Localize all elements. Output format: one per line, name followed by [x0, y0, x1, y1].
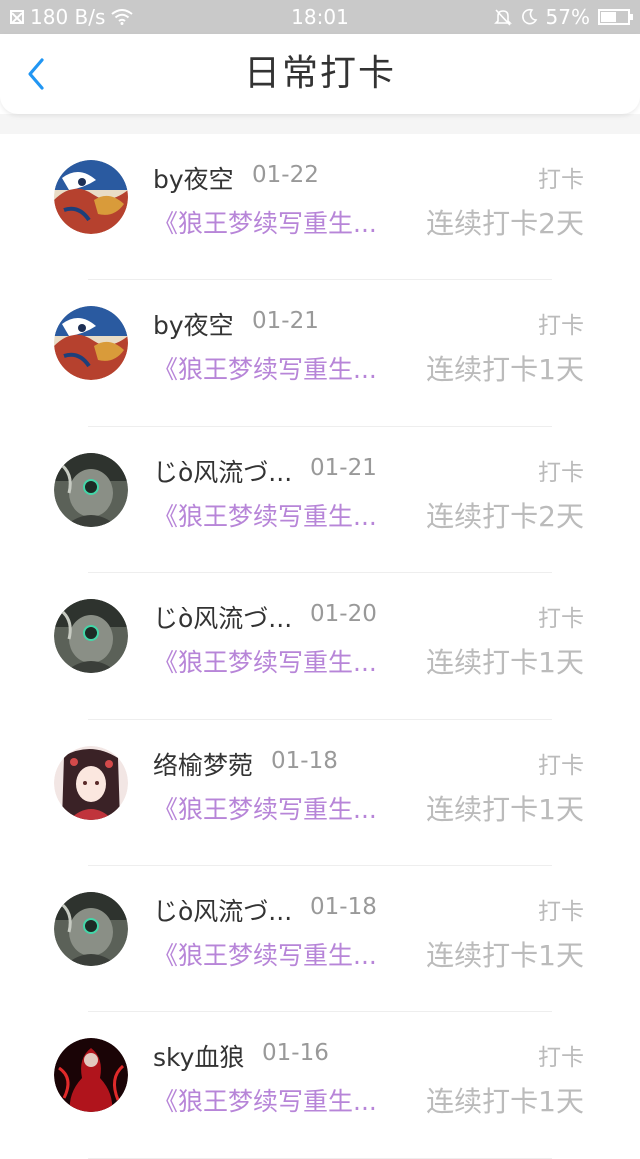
streak-text: 连续打卡2天 [426, 207, 584, 240]
user-name[interactable]: by夜空 [153, 306, 234, 342]
wifi-icon [111, 9, 134, 25]
checkin-list: by夜空 01-22 打卡 《狼王梦续写重生... 连续打卡2天 by夜空 01-21 打卡《… [0, 134, 640, 1159]
book-title-link[interactable]: 《狼王梦续写重生... [153, 204, 377, 240]
user-name[interactable]: じò风流づ... [153, 892, 292, 928]
avatar[interactable] [54, 599, 128, 674]
streak-text: 连续打卡1天 [426, 1085, 584, 1119]
avatar[interactable] [54, 452, 128, 527]
avatar[interactable] [54, 160, 128, 234]
network-speed: 180 B/s [30, 5, 106, 29]
checkin-date: 01-18 [271, 747, 338, 774]
list-item[interactable]: 络榆梦菀 01-18 打卡《狼王梦续写重生... 连续打卡1天 [0, 720, 640, 866]
moon-icon [521, 8, 537, 25]
no-sim-icon [10, 10, 24, 24]
battery-icon [598, 9, 633, 25]
avatar[interactable] [54, 745, 128, 820]
checkin-date: 01-21 [252, 308, 319, 335]
list-item[interactable]: by夜空 01-22 打卡《狼王梦续写重生... 连续打卡2天 [0, 134, 640, 281]
clock: 18:01 [291, 5, 349, 29]
list-item[interactable]: じò风流づ... 01-21 打卡《狼王梦续写重生... 连续打卡2天 [0, 427, 640, 574]
avatar[interactable] [54, 306, 128, 381]
streak-text: 连续打卡1天 [426, 353, 584, 387]
checkin-label: 打卡 [538, 898, 584, 925]
checkin-date: 01-21 [310, 454, 377, 481]
checkin-label: 打卡 [538, 313, 584, 340]
book-title-link[interactable]: 《狼王梦续写重生... [153, 643, 377, 679]
avatar[interactable] [54, 1038, 128, 1113]
checkin-date: 01-20 [310, 601, 377, 628]
book-title-link[interactable]: 《狼王梦续写重生... [153, 936, 377, 972]
user-name[interactable]: sky血狼 [153, 1038, 244, 1074]
checkin-label: 打卡 [538, 752, 584, 779]
checkin-date: 01-16 [262, 1040, 329, 1067]
checkin-label: 打卡 [538, 1045, 584, 1072]
header: 日常打卡 [0, 34, 640, 114]
user-name[interactable]: by夜空 [153, 160, 234, 196]
streak-text: 连续打卡2天 [426, 499, 584, 533]
battery-percent: 57% [545, 5, 590, 29]
list-item[interactable]: by夜空 01-21 打卡《狼王梦续写重生... 连续打卡1天 [0, 280, 640, 427]
streak-text: 连续打卡1天 [426, 646, 584, 680]
bell-off-icon [493, 9, 512, 26]
list-top-spacer [0, 114, 640, 134]
streak-text: 连续打卡1天 [426, 938, 584, 972]
book-title-link[interactable]: 《狼王梦续写重生... [153, 790, 377, 826]
status-bar: 180 B/s 18:01 57% [0, 0, 640, 34]
list-item[interactable]: じò风流づ... 01-18 打卡《狼王梦续写重生... 连续打卡1天 [0, 866, 640, 1013]
page-title: 日常打卡 [243, 53, 396, 94]
user-name[interactable]: 络榆梦菀 [153, 746, 253, 782]
checkin-label: 打卡 [538, 459, 584, 486]
checkin-label: 打卡 [538, 606, 584, 633]
book-title-link[interactable]: 《狼王梦续写重生... [153, 350, 377, 386]
book-title-link[interactable]: 《狼王梦续写重生... [153, 497, 377, 533]
user-name[interactable]: じò风流づ... [153, 453, 292, 489]
checkin-date: 01-18 [310, 893, 377, 920]
avatar[interactable] [54, 891, 128, 966]
user-name[interactable]: じò风流づ... [153, 599, 292, 635]
list-item[interactable]: じò风流づ... 01-20 打卡《狼王梦续写重生... 连续打卡1天 [0, 573, 640, 720]
list-item[interactable]: sky血狼 01-16 打卡《狼王梦续写重生... 连续打卡1天 [0, 1012, 640, 1159]
checkin-date: 01-22 [252, 162, 319, 188]
checkin-label: 打卡 [538, 167, 584, 193]
streak-text: 连续打卡1天 [426, 792, 584, 826]
book-title-link[interactable]: 《狼王梦续写重生... [153, 1082, 377, 1118]
